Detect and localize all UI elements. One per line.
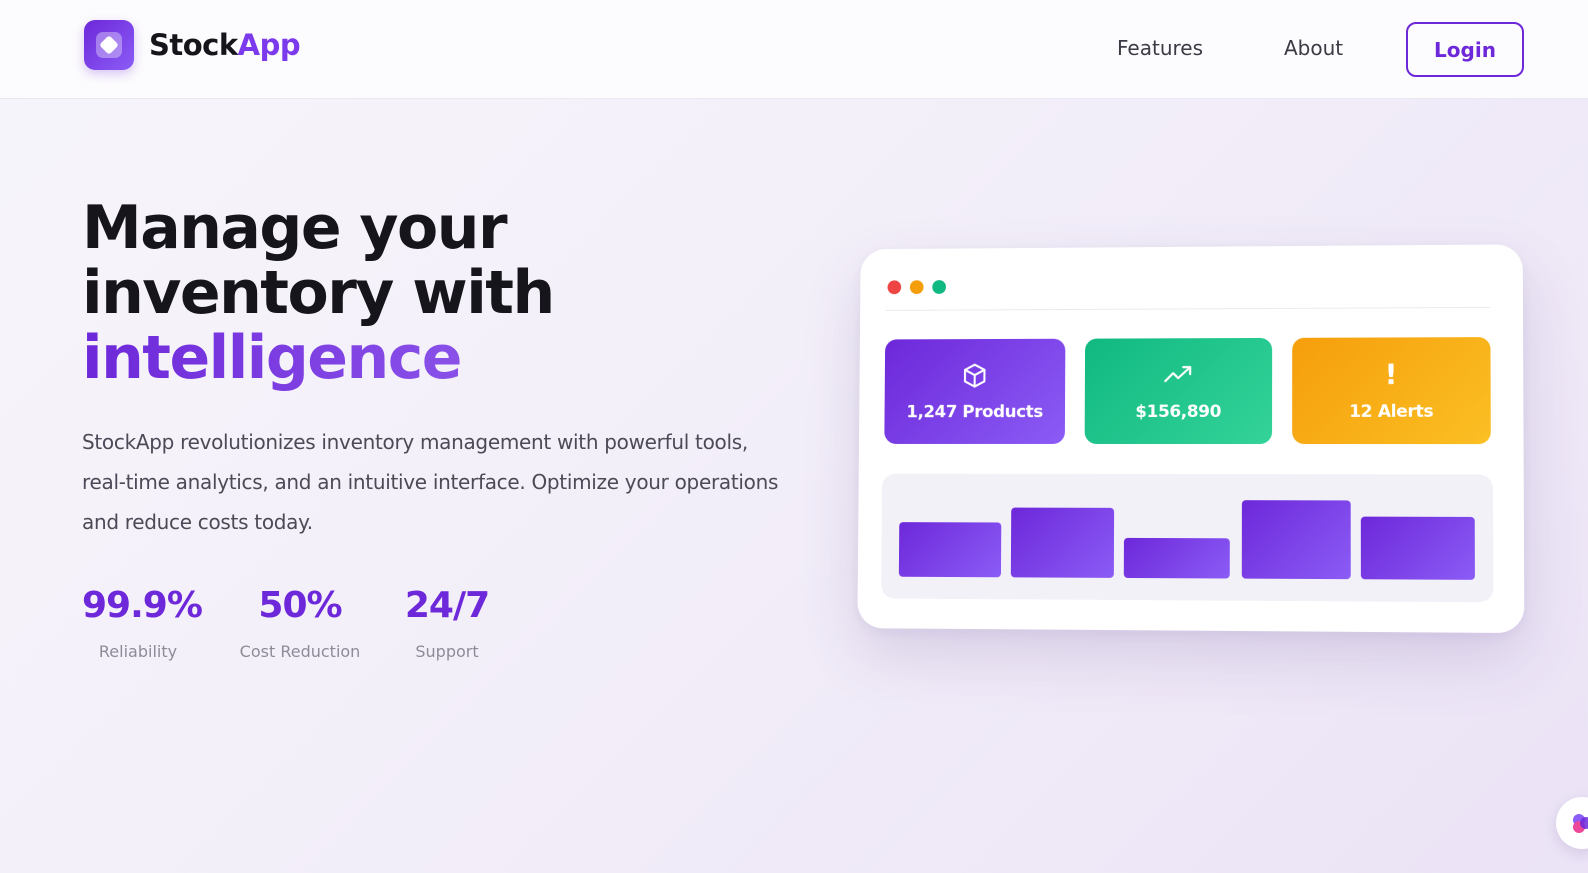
window-controls <box>887 280 954 295</box>
hero-title: Manage your inventory with intelligence <box>82 196 722 391</box>
brand-name-app: App <box>237 28 301 62</box>
brand-name-stock: Stock <box>149 28 238 62</box>
hero-title-line2: inventory with <box>82 258 555 328</box>
alert-glyph: ! <box>1384 357 1398 391</box>
stat-reliability: 99.9% Reliability <box>82 584 203 662</box>
bar-chart <box>881 473 1494 603</box>
chart-bar <box>1360 516 1475 580</box>
alerts-card: ! 12 Alerts <box>1292 337 1491 445</box>
window-dot-green <box>932 280 947 294</box>
stat-label: Cost Reduction <box>239 642 361 661</box>
chart-bar <box>1241 500 1351 580</box>
alerts-count: 12 Alerts <box>1349 401 1434 422</box>
stat-value: 50% <box>258 585 342 626</box>
stat-label: Support <box>415 642 479 661</box>
hero-title-accent: intelligence <box>82 326 722 391</box>
revenue-value: $156,890 <box>1135 401 1222 423</box>
box-icon <box>961 361 989 391</box>
hero-title-line1: Manage your <box>82 193 508 263</box>
chart-bar <box>1123 537 1230 579</box>
nav-link-features[interactable]: Features <box>1117 36 1203 60</box>
window-dot-red <box>887 280 902 295</box>
assistant-badge[interactable] <box>1556 797 1588 849</box>
products-card: 1,247 Products <box>884 338 1066 444</box>
products-count: 1,247 Products <box>906 402 1043 423</box>
nav-link-about[interactable]: About <box>1284 36 1343 60</box>
hero-description: StockApp revolutionizes inventory manage… <box>82 430 779 534</box>
login-button[interactable]: Login <box>1406 22 1524 77</box>
trending-up-icon <box>1163 360 1193 390</box>
divider <box>885 306 1491 311</box>
chart-bar <box>1010 507 1115 578</box>
site-header: StockApp Features About Login <box>0 0 1588 99</box>
brain-icon <box>1573 814 1588 833</box>
stat-cost-reduction: 50% Cost Reduction <box>232 584 368 662</box>
stat-support: 24/7 Support <box>404 584 490 662</box>
dashboard-preview: 1,247 Products $156,890 ! 12 Alerts <box>857 244 1525 634</box>
chart-bar <box>898 522 1002 578</box>
brand-logo[interactable]: StockApp <box>84 20 301 70</box>
window-dot-yellow <box>909 280 924 295</box>
stat-value: 24/7 <box>404 585 490 626</box>
stat-label: Reliability <box>98 642 178 661</box>
revenue-card: $156,890 <box>1084 337 1273 445</box>
stat-value: 99.9% <box>82 585 203 626</box>
brand-name: StockApp <box>149 28 301 62</box>
diamond-logo-icon <box>84 20 134 70</box>
alert-icon: ! <box>1384 357 1398 391</box>
